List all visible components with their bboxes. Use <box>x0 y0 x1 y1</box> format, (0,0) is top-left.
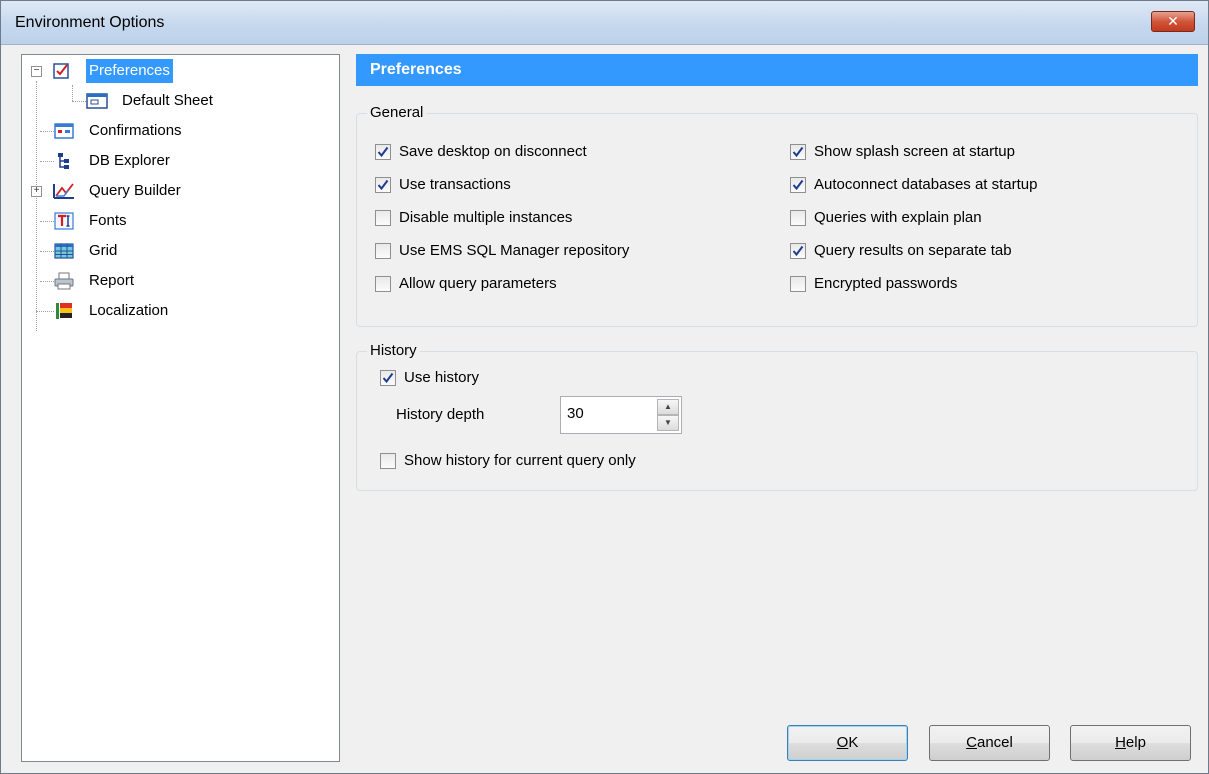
checkbox-label: Autoconnect databases at startup <box>814 176 1038 193</box>
checkbox-box[interactable] <box>380 453 396 469</box>
checkmark-icon <box>382 372 394 384</box>
tree-item-default-sheet[interactable]: Default Sheet <box>22 89 322 113</box>
printer-icon <box>54 272 74 290</box>
spin-down-button[interactable]: ▼ <box>657 415 679 431</box>
history-depth-value[interactable]: 30 <box>567 405 584 422</box>
grid-icon <box>54 243 74 259</box>
tree-item-label: Confirmations <box>89 122 182 139</box>
options-tree[interactable]: − Preferences Default Sheet Confirmation… <box>21 54 340 762</box>
history-depth-spinner[interactable]: 30 ▲ ▼ <box>560 396 682 434</box>
tree-item-report[interactable]: Report <box>22 269 322 293</box>
cancel-button[interactable]: Cancel <box>929 725 1050 761</box>
help-accesskey: H <box>1115 734 1126 751</box>
tree-item-label: Report <box>89 272 135 289</box>
help-label: elp <box>1125 734 1146 751</box>
tree-item-db-explorer[interactable]: DB Explorer <box>22 149 322 173</box>
general-group-title: General <box>367 104 427 121</box>
checkbox-icon <box>53 63 69 79</box>
tree-item-preferences[interactable]: − Preferences <box>22 59 322 83</box>
close-icon: ✕ <box>1167 13 1179 29</box>
help-button[interactable]: Help <box>1070 725 1191 761</box>
cancel-label: ancel <box>976 734 1013 751</box>
checkmark-icon <box>792 146 804 158</box>
tree-item-localization[interactable]: Localization <box>22 299 322 323</box>
chevron-down-icon: ▼ <box>664 418 672 427</box>
spin-up-button[interactable]: ▲ <box>657 399 679 415</box>
checkbox-box[interactable] <box>790 210 806 226</box>
checkbox-box[interactable] <box>790 276 806 292</box>
tree-item-grid[interactable]: Grid <box>22 239 322 263</box>
tree-item-label: Fonts <box>89 212 127 229</box>
checkbox-label: Queries with explain plan <box>814 209 982 226</box>
tree-item-label: DB Explorer <box>89 152 170 169</box>
checkbox-label: Show history for current query only <box>404 452 636 469</box>
checkmark-icon <box>792 179 804 191</box>
checkbox-box[interactable] <box>375 276 391 292</box>
cancel-accesskey: C <box>966 734 977 751</box>
ok-button[interactable]: OK <box>787 725 908 761</box>
checkbox-label: Use transactions <box>399 176 511 193</box>
title-bar: Environment Options ✕ <box>1 1 1208 45</box>
chevron-up-icon: ▲ <box>664 402 672 411</box>
tree-item-fonts[interactable]: Fonts <box>22 209 322 233</box>
checkmark-icon <box>792 245 804 257</box>
checkbox-label: Disable multiple instances <box>399 209 573 226</box>
checkbox-label: Use history <box>404 369 480 386</box>
checkbox-label: Save desktop on disconnect <box>399 143 587 160</box>
sheet-icon <box>86 93 108 109</box>
checkmark-icon <box>377 179 389 191</box>
collapse-icon[interactable]: − <box>31 66 42 77</box>
tree-item-query-builder[interactable]: + Query Builder <box>22 179 322 203</box>
tree-item-label: Grid <box>89 242 118 259</box>
history-depth-label: History depth <box>396 406 485 423</box>
checkbox-box[interactable] <box>790 177 806 193</box>
checkbox-label: Show splash screen at startup <box>814 143 1015 160</box>
tree-item-confirmations[interactable]: Confirmations <box>22 119 322 143</box>
tree-item-label: Query Builder <box>89 182 181 199</box>
checkbox-label: Use EMS SQL Manager repository <box>399 242 630 259</box>
close-button[interactable]: ✕ <box>1151 11 1195 32</box>
confirmations-icon <box>54 123 74 139</box>
window-title: Environment Options <box>15 14 165 31</box>
checkbox-label: Allow query parameters <box>399 275 557 292</box>
checkmark-icon <box>377 146 389 158</box>
tree-item-label: Default Sheet <box>122 92 213 109</box>
checkbox-box[interactable] <box>375 177 391 193</box>
expand-icon[interactable]: + <box>31 186 42 197</box>
query-builder-icon <box>53 183 74 199</box>
panel-header: Preferences <box>356 54 1198 86</box>
flag-icon <box>56 303 72 319</box>
tree-item-label: Localization <box>89 302 169 319</box>
checkbox-box[interactable] <box>375 243 391 259</box>
checkbox-box[interactable] <box>375 144 391 160</box>
ok-accesskey: O <box>836 734 849 751</box>
checkbox-box[interactable] <box>380 370 396 386</box>
font-icon <box>54 212 74 230</box>
tree-structure-icon <box>58 153 69 169</box>
checkbox-box[interactable] <box>790 144 806 160</box>
checkbox-label: Query results on separate tab <box>814 242 1012 259</box>
checkbox-box[interactable] <box>375 210 391 226</box>
environment-options-window: Environment Options ✕ − Preferences Defa… <box>0 0 1209 774</box>
history-group-title: History <box>367 342 420 359</box>
checkbox-box[interactable] <box>790 243 806 259</box>
ok-label: K <box>848 734 859 751</box>
checkbox-label: Encrypted passwords <box>814 275 958 292</box>
tree-item-label: Preferences <box>86 59 173 83</box>
